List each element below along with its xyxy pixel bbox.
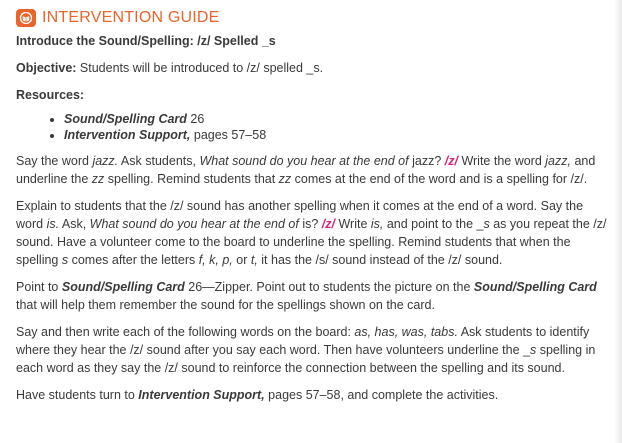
instruction-paragraph-3: Point to Sound/Spelling Card 26—Zipper. … — [16, 280, 597, 312]
lesson-title: Introduce the Sound/Spelling: /z/ Spelle… — [16, 34, 276, 48]
objective-text: Students will be introduced to /z/ spell… — [76, 61, 324, 75]
objective-label: Objective: — [16, 61, 77, 75]
resource-item: Sound/Spelling Card 26 — [64, 111, 608, 127]
resources-heading: Resources: — [16, 88, 85, 102]
page: INTERVENTION GUIDE Introduce the Sound/S… — [0, 0, 622, 443]
page-title: INTERVENTION GUIDE — [42, 9, 220, 26]
instruction-paragraph-2: Explain to students that the /z/ sound h… — [16, 199, 607, 267]
instruction-paragraph-5: Have students turn to Intervention Suppo… — [16, 388, 499, 402]
header: INTERVENTION GUIDE — [16, 8, 608, 28]
page-edge — [614, 0, 622, 443]
book-icon — [16, 9, 36, 27]
resource-item: Intervention Support, pages 57–58 — [64, 127, 608, 143]
phoneme-answer: /z/ — [444, 154, 458, 168]
resources-list: Sound/Spelling Card 26 Intervention Supp… — [16, 111, 608, 143]
instruction-paragraph-1: Say the word jazz. Ask students, What so… — [16, 154, 596, 186]
phoneme-answer: /z/ — [321, 217, 335, 231]
objective: Objective: Students will be introduced t… — [16, 60, 608, 76]
instruction-paragraph-4: Say and then write each of the following… — [16, 325, 596, 375]
